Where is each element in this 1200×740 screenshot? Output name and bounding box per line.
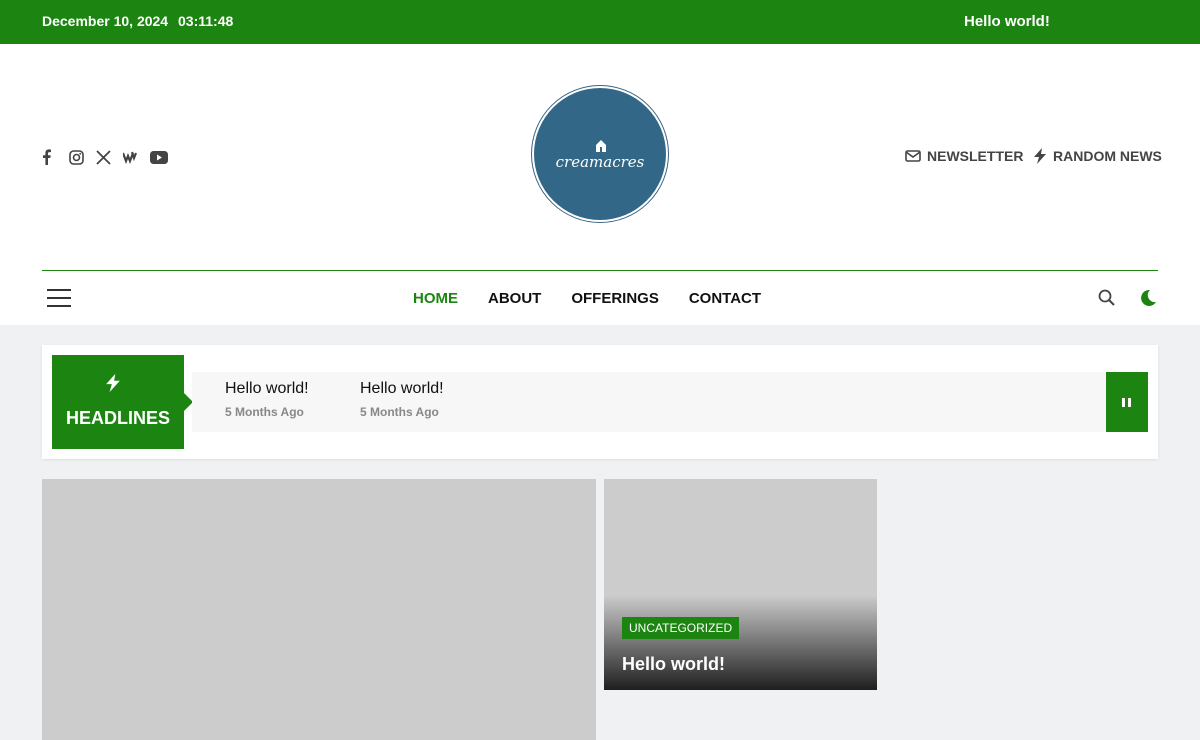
social-links <box>42 147 177 167</box>
headline-item[interactable]: Hello world! 5 Months Ago <box>225 380 309 419</box>
headlines-strip: Hello world! 5 Months Ago Hello world! 5… <box>192 372 1106 432</box>
newsletter-label: NEWSLETTER <box>927 148 1024 164</box>
logo-text: creamacres <box>555 153 645 171</box>
headline-meta: 5 Months Ago <box>360 405 439 419</box>
dark-mode-moon-icon[interactable] <box>1139 289 1157 312</box>
random-news-link[interactable]: RANDOM NEWS <box>1033 148 1162 164</box>
headline-item[interactable]: Hello world! 5 Months Ago <box>360 380 444 419</box>
envelope-icon <box>905 150 921 162</box>
newsletter-link[interactable]: NEWSLETTER <box>905 148 1023 164</box>
random-news-label: RANDOM NEWS <box>1053 148 1162 164</box>
post-title[interactable]: Hello world! <box>622 654 725 675</box>
nav-contact[interactable]: CONTACT <box>689 290 761 307</box>
bolt-icon <box>1034 148 1046 164</box>
current-time: 03:11:48 <box>178 13 234 29</box>
pause-button[interactable] <box>1106 372 1148 432</box>
nav-home[interactable]: HOME <box>413 290 458 307</box>
headline-title[interactable]: Hello world! <box>225 380 309 398</box>
main-nav: HOME ABOUT OFFERINGS CONTACT <box>413 290 761 307</box>
headline-meta: 5 Months Ago <box>225 405 304 419</box>
headline-title[interactable]: Hello world! <box>360 380 444 398</box>
current-date: December 10, 2024 <box>42 13 169 29</box>
search-icon[interactable] <box>1098 289 1115 311</box>
header-divider <box>42 270 1158 271</box>
headlines-ticker: HEADLINES Hello world! 5 Months Ago Hell… <box>42 345 1158 459</box>
card-gradient-overlay <box>604 595 877 690</box>
post-card[interactable]: UNCATEGORIZED Hello world! <box>604 479 877 690</box>
top-ticker-link[interactable]: Hello world! <box>964 13 1050 30</box>
featured-post-image[interactable] <box>42 479 596 740</box>
site-logo[interactable]: creamacres <box>531 85 669 223</box>
facebook-icon[interactable] <box>42 147 69 167</box>
category-badge[interactable]: UNCATEGORIZED <box>622 617 740 639</box>
pause-icon <box>1122 398 1125 407</box>
nav-offerings[interactable]: OFFERINGS <box>571 290 659 307</box>
headlines-badge: HEADLINES <box>52 355 193 449</box>
wistia-icon[interactable] <box>123 147 150 167</box>
top-bar: December 10, 2024 03:11:48 Hello world! <box>0 0 1200 44</box>
site-header: creamacres NEWSLETTER RANDOM NEWS HOME A… <box>0 44 1200 325</box>
headlines-label: HEADLINES <box>65 408 170 428</box>
house-icon <box>596 140 606 152</box>
bolt-icon <box>106 373 120 393</box>
x-icon[interactable] <box>96 147 123 167</box>
nav-about[interactable]: ABOUT <box>488 290 541 307</box>
instagram-icon[interactable] <box>69 147 96 167</box>
logo-circle: creamacres <box>534 88 666 220</box>
hamburger-menu-icon[interactable] <box>47 289 71 307</box>
youtube-icon[interactable] <box>150 147 177 167</box>
